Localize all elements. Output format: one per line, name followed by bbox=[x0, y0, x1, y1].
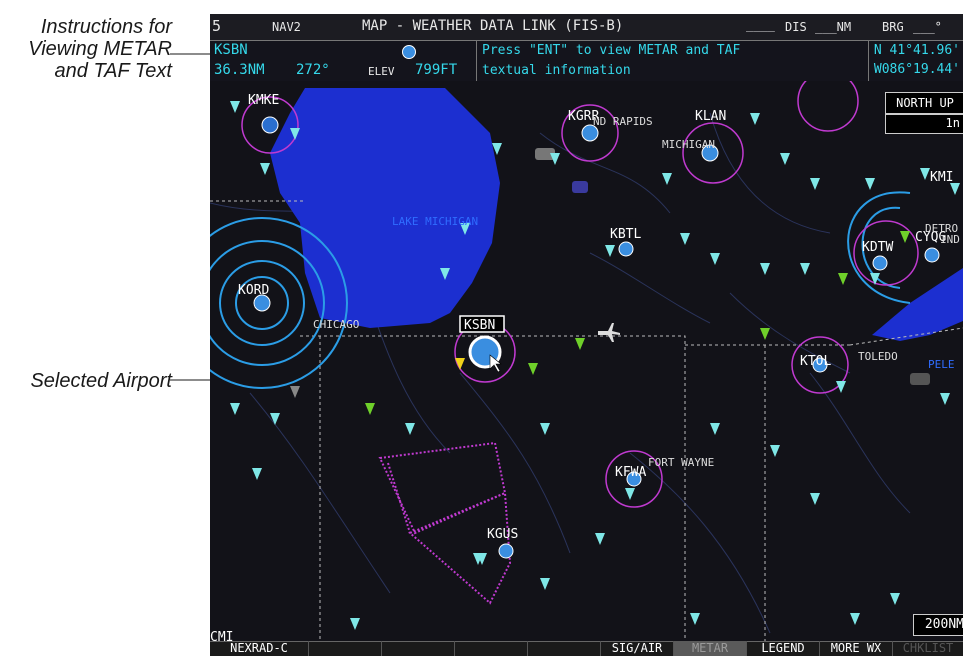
info-strip: KSBN 36.3NM 272° ELEV 799FT Press "ENT" … bbox=[210, 41, 963, 81]
weather-map[interactable]: KMKE KGRR KLAN KBTL KDTW CYQG KORD KTOL … bbox=[210, 73, 963, 641]
lbl-kmi: KMI bbox=[930, 170, 953, 185]
position-box: N 41°41.96' W086°19.44' bbox=[868, 41, 963, 81]
city-grand-rapids: ND RAPIDS bbox=[593, 115, 653, 128]
lbl-kbtl: KBTL bbox=[610, 227, 641, 242]
lbl-cmi: CMI bbox=[210, 630, 233, 641]
nav-source: NAV2 bbox=[272, 20, 301, 34]
latitude: N 41°41.96' bbox=[873, 43, 960, 58]
city-pele: PELE bbox=[928, 358, 955, 371]
lbl-klan: KLAN bbox=[695, 109, 726, 124]
message-box: Press "ENT" to view METAR and TAF textua… bbox=[478, 41, 868, 81]
waypoint-ident: KSBN bbox=[214, 42, 248, 58]
callout-selected-airport: Selected Airport bbox=[30, 370, 172, 392]
waypoint-distance: 36.3NM bbox=[214, 62, 265, 78]
city-toledo: TOLEDO bbox=[858, 350, 898, 363]
mfd-screen: KMKE KGRR KLAN KBTL KDTW CYQG KORD KTOL … bbox=[210, 14, 963, 656]
dis-dashes: ____ bbox=[746, 18, 775, 32]
elev-value: 799FT bbox=[415, 62, 458, 78]
softkey-blank-2[interactable] bbox=[382, 641, 455, 656]
range-scale-top: 1n bbox=[885, 114, 963, 134]
lbl-kdtw: KDTW bbox=[862, 240, 893, 255]
brg-label: BRG bbox=[882, 20, 904, 34]
message-line1: Press "ENT" to view METAR and TAF bbox=[482, 43, 741, 58]
softkey-checklist[interactable]: CHKLIST bbox=[893, 641, 963, 656]
city-ind: IND bbox=[940, 233, 960, 246]
softkey-legend[interactable]: LEGEND bbox=[747, 641, 820, 656]
softkey-nexrad[interactable]: NEXRAD-C bbox=[210, 641, 309, 656]
city-chicago: CHICAGO bbox=[313, 318, 359, 331]
waypoint-bearing: 272° bbox=[296, 62, 330, 78]
softkey-blank-3[interactable] bbox=[455, 641, 528, 656]
top-bar: 5 NAV2 MAP - WEATHER DATA LINK (FIS-B) _… bbox=[210, 14, 963, 41]
callout-instructions-line2: Viewing METAR bbox=[28, 38, 172, 60]
city-michigan: MICHIGAN bbox=[662, 138, 715, 151]
lbl-kfwa: KFWA bbox=[615, 465, 646, 480]
airport-icon bbox=[402, 45, 416, 59]
lbl-ktol: KTOL bbox=[800, 354, 831, 369]
dis-value: ___NM bbox=[815, 20, 852, 34]
callout-instructions: Instructions for Viewing METAR and TAF T… bbox=[0, 16, 172, 82]
page-number: 5 bbox=[212, 17, 222, 35]
page-title: MAP - WEATHER DATA LINK (FIS-B) bbox=[362, 18, 624, 34]
softkey-blank-4[interactable] bbox=[528, 641, 601, 656]
elev-label: ELEV bbox=[368, 65, 395, 78]
lbl-kmke: KMKE bbox=[248, 93, 279, 108]
range-scale-bottom[interactable]: 200NM bbox=[913, 614, 963, 636]
softkey-blank-1[interactable] bbox=[309, 641, 382, 656]
callout-instructions-line1: Instructions for bbox=[40, 16, 172, 38]
longitude: W086°19.44' bbox=[873, 62, 960, 77]
lbl-kord: KORD bbox=[238, 283, 269, 298]
city-lake-michigan: LAKE MICHIGAN bbox=[392, 215, 478, 228]
softkey-more-wx[interactable]: MORE WX bbox=[820, 641, 893, 656]
lbl-ksbn: KSBN bbox=[464, 318, 495, 333]
softkey-sig-air[interactable]: SIG/AIR bbox=[601, 641, 674, 656]
message-line2: textual information bbox=[482, 63, 631, 78]
orientation-box: NORTH UP bbox=[885, 92, 963, 114]
softkey-metar[interactable]: METAR bbox=[674, 641, 747, 656]
range-top-value: 1n bbox=[945, 116, 960, 130]
callout-instructions-line3: and TAF Text bbox=[54, 60, 172, 82]
lbl-kgus: KGUS bbox=[487, 527, 518, 542]
dis-label: DIS bbox=[785, 20, 807, 34]
brg-value: ___° bbox=[913, 20, 942, 34]
city-fort-wayne: FORT WAYNE bbox=[648, 456, 714, 469]
waypoint-box: KSBN 36.3NM 272° ELEV 799FT bbox=[210, 41, 477, 81]
